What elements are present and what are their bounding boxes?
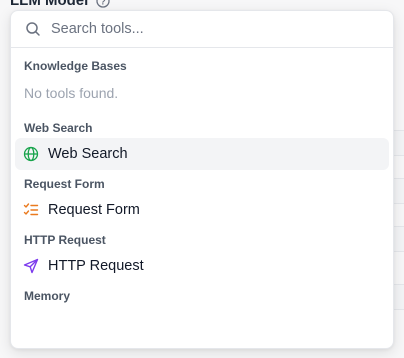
help-circle-icon[interactable]: ? [96,0,110,8]
globe-icon [23,146,39,162]
search-bar [11,11,393,48]
group-heading-web-search: Web Search [24,121,93,135]
group-heading-request-form: Request Form [24,177,105,191]
svg-text:?: ? [101,0,107,6]
tool-item-label: HTTP Request [48,258,144,274]
tool-item-request-form[interactable]: Request Form [15,194,389,226]
tool-item-label: Request Form [48,202,140,218]
llm-model-label: LLM Model ? [10,0,110,9]
list-checks-icon [23,202,39,218]
search-icon [25,21,41,37]
group-heading-knowledge-bases: Knowledge Bases [24,59,127,73]
tool-item-http-request[interactable]: HTTP Request [15,250,389,282]
tool-item-label: Web Search [48,146,128,162]
search-tools-input[interactable] [49,20,353,38]
tool-selector-dropdown: Knowledge Bases No tools found. Web Sear… [10,10,394,349]
llm-model-label-text: LLM Model [10,0,89,9]
group-heading-memory: Memory [24,289,71,303]
empty-state-text: No tools found. [24,85,119,101]
tool-item-web-search[interactable]: Web Search [15,138,389,170]
send-icon [23,258,39,274]
group-heading-http-request: HTTP Request [24,233,106,247]
